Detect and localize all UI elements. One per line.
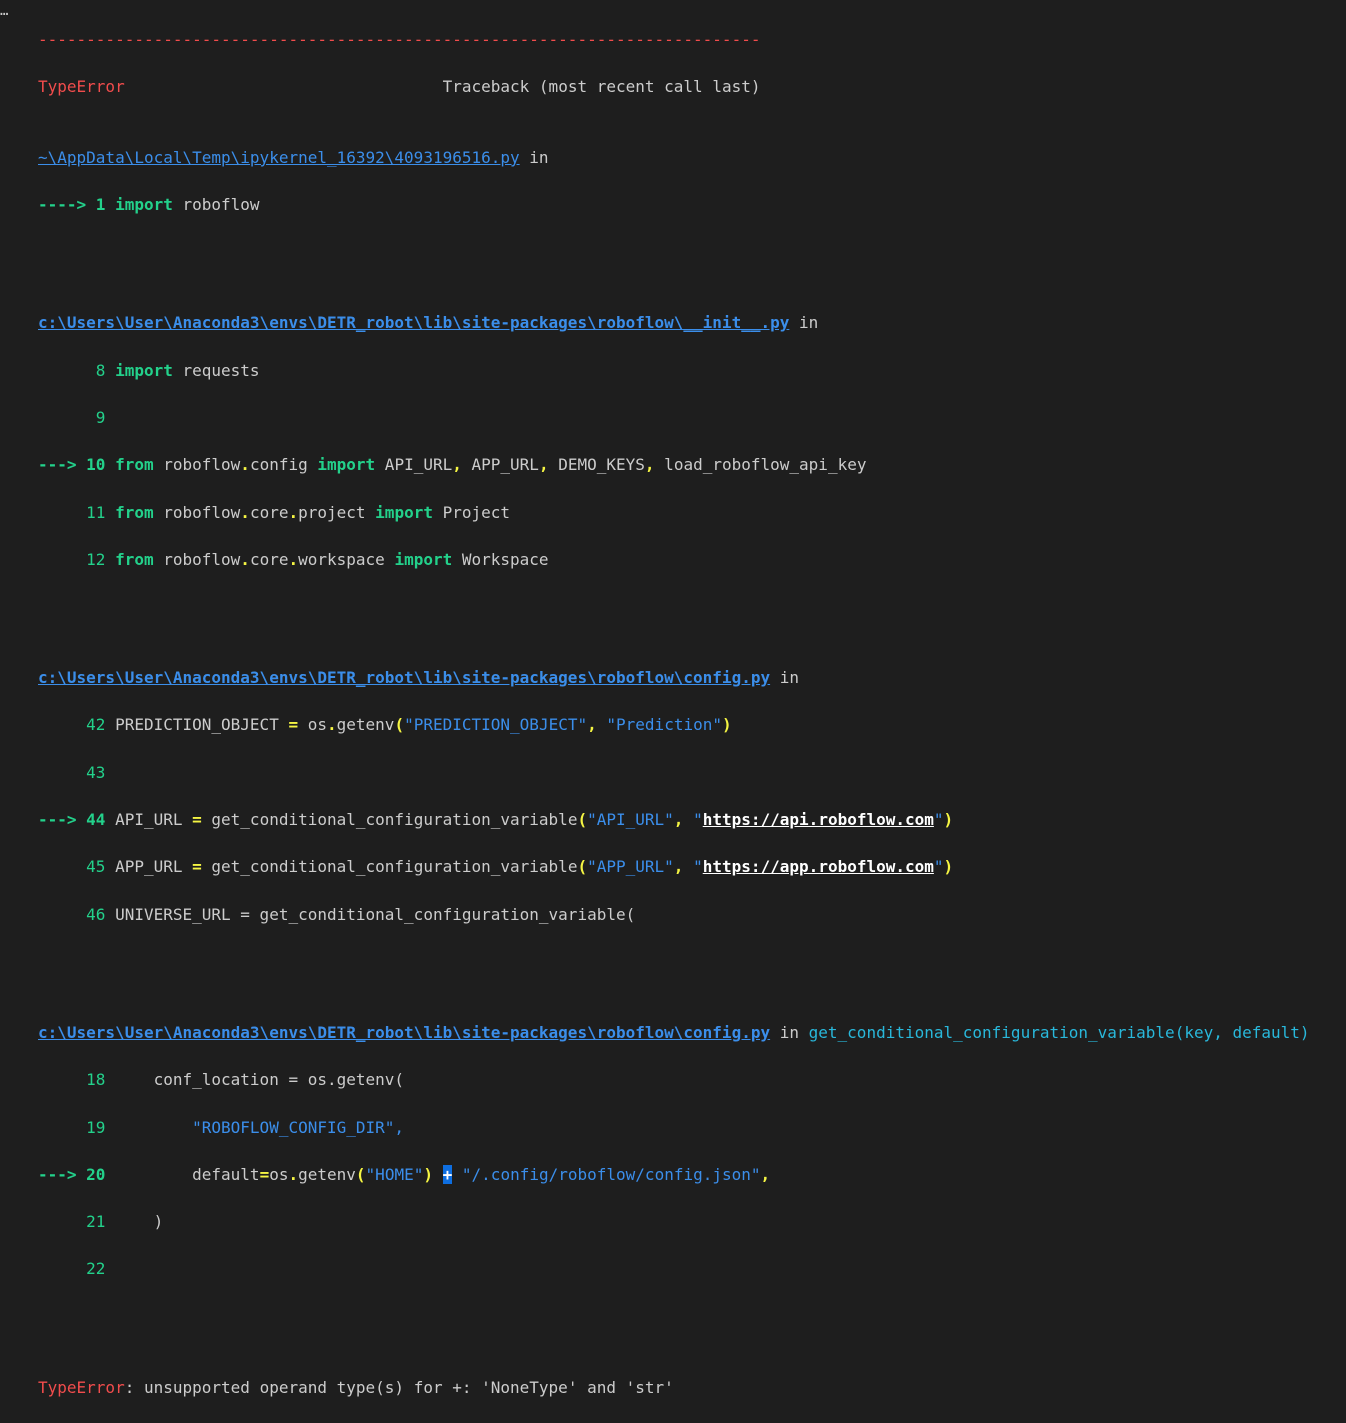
frame-3-file-link[interactable]: c:\Users\User\Anaconda3\envs\DETR_robot\… xyxy=(38,1023,770,1042)
frame-2-line-46: 46 UNIVERSE_URL = get_conditional_config… xyxy=(38,904,636,924)
frame-0-file-link[interactable]: ~\AppData\Local\Temp\ipykernel_16392\409… xyxy=(38,148,520,167)
frame-3-line-20: ---> 20 default=os.getenv("HOME") + "/.c… xyxy=(38,1164,771,1184)
frame-3-function: get_conditional_configuration_variable(k… xyxy=(808,1022,1310,1042)
ellipsis-icon[interactable]: … xyxy=(0,4,14,18)
frame-1-line-9: 9 xyxy=(38,408,106,428)
final-error-type: TypeError xyxy=(38,1377,125,1397)
frame-0-line-1: ----> 1 import roboflow xyxy=(38,195,260,215)
traceback-header-text: Traceback (most recent call last) xyxy=(442,76,761,96)
frame-1-line-8: 8 import requests xyxy=(38,360,260,380)
frame-1-header: c:\Users\User\Anaconda3\envs\DETR_robot\… xyxy=(38,313,819,333)
traceback-output: ----------------------------------------… xyxy=(38,4,1338,1423)
frame-2-line-43: 43 xyxy=(38,762,106,782)
frame-2-file-link[interactable]: c:\Users\User\Anaconda3\envs\DETR_robot\… xyxy=(38,668,770,687)
frame-3-line-19: 19 "ROBOFLOW_CONFIG_DIR", xyxy=(38,1117,405,1137)
app-url-link[interactable]: https://app.roboflow.com xyxy=(703,857,934,876)
traceback-header: TypeError Traceback (most recent call la… xyxy=(38,75,1338,99)
frame-1-file-link[interactable]: c:\Users\User\Anaconda3\envs\DETR_robot\… xyxy=(38,313,789,332)
api-url-link[interactable]: https://api.roboflow.com xyxy=(703,810,934,829)
error-operator-highlight: + xyxy=(442,1164,453,1184)
frame-0-header: ~\AppData\Local\Temp\ipykernel_16392\409… xyxy=(38,147,549,167)
frame-2-line-44: ---> 44 API_URL = get_conditional_config… xyxy=(38,810,954,830)
frame-3-header: c:\Users\User\Anaconda3\envs\DETR_robot\… xyxy=(38,1022,1310,1042)
frame-1-line-10: ---> 10 from roboflow.config import API_… xyxy=(38,455,867,475)
frame-2-line-45: 45 APP_URL = get_conditional_configurati… xyxy=(38,857,954,877)
frame-2-line-42: 42 PREDICTION_OBJECT = os.getenv("PREDIC… xyxy=(38,715,732,735)
frame-1-line-12: 12 from roboflow.core.workspace import W… xyxy=(38,549,549,569)
separator-line: ----------------------------------------… xyxy=(38,29,761,49)
frame-3-line-22: 22 xyxy=(38,1259,106,1279)
final-error-message: : unsupported operand type(s) for +: 'No… xyxy=(124,1377,674,1397)
frame-1-line-11: 11 from roboflow.core.project import Pro… xyxy=(38,502,511,522)
frame-3-line-18: 18 conf_location = os.getenv( xyxy=(38,1070,405,1090)
final-error-line: TypeError: unsupported operand type(s) f… xyxy=(38,1376,1338,1400)
frame-2-header: c:\Users\User\Anaconda3\envs\DETR_robot\… xyxy=(38,668,799,688)
frame-3-line-21: 21 ) xyxy=(38,1212,164,1232)
error-type: TypeError xyxy=(38,76,125,96)
